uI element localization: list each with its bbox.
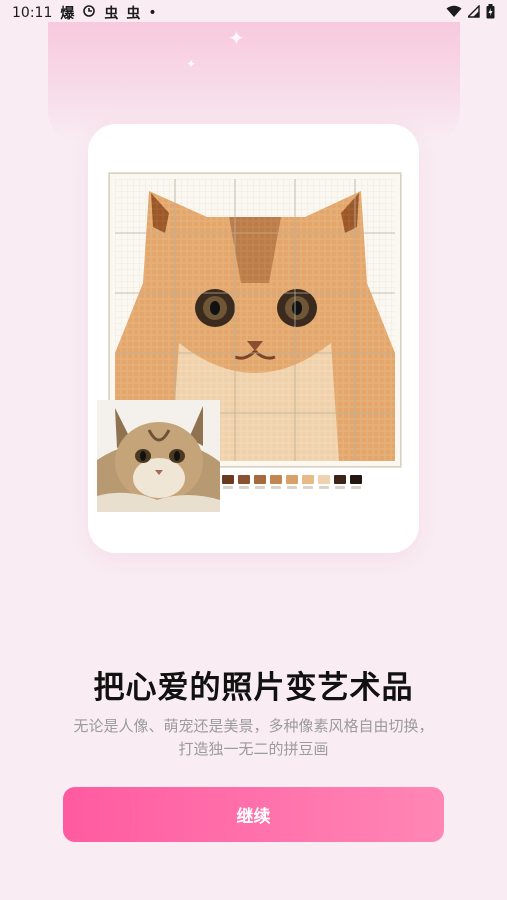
notification-icon: 爆 xyxy=(60,6,75,22)
wifi-icon xyxy=(446,5,462,22)
status-left: 10:11 爆 虫 虫 • xyxy=(12,3,157,23)
bead-swatch-chip xyxy=(286,475,298,484)
bead-swatch-count xyxy=(335,486,345,489)
bead-swatch xyxy=(318,475,330,489)
signal-icon xyxy=(466,3,480,22)
battery-icon xyxy=(486,3,495,23)
bead-swatch xyxy=(238,475,250,489)
bead-swatch-chip xyxy=(350,475,362,484)
bead-swatch-count xyxy=(255,486,265,489)
bead-swatch-chip xyxy=(254,475,266,484)
original-cat-photo xyxy=(97,400,220,512)
status-right xyxy=(446,3,495,23)
bead-swatch-count xyxy=(223,486,233,489)
bead-swatch xyxy=(350,475,362,489)
status-bar: 10:11 爆 虫 虫 • xyxy=(0,0,507,26)
continue-button-label: 继续 xyxy=(236,807,271,827)
bead-swatch-chip xyxy=(238,475,250,484)
bead-swatch-count xyxy=(287,486,297,489)
page-title: 把心爱的照片变艺术品 xyxy=(93,670,414,706)
page-subtitle: 无论是人像、萌宠还是美景，多种像素风格自由切换，打造独一无二的拼豆画 xyxy=(73,717,434,758)
bead-swatch-count xyxy=(239,486,249,489)
bead-swatch-chip xyxy=(222,475,234,484)
status-dot: • xyxy=(148,5,157,21)
sparkle-icon: ✦ xyxy=(228,26,245,50)
sync-icon xyxy=(82,4,96,22)
bead-swatch-chip xyxy=(270,475,282,484)
bead-color-legend xyxy=(222,475,362,489)
bead-swatch xyxy=(286,475,298,489)
bead-swatch xyxy=(254,475,266,489)
bead-swatch xyxy=(222,475,234,489)
continue-button[interactable]: 继续 xyxy=(63,787,444,842)
notification-icon: 虫 xyxy=(104,6,119,22)
notification-icon: 虫 xyxy=(126,6,141,22)
bead-swatch-count xyxy=(303,486,313,489)
bead-swatch-chip xyxy=(302,475,314,484)
bead-swatch xyxy=(270,475,282,489)
sparkle-icon: ✦ xyxy=(186,57,197,71)
status-time: 10:11 xyxy=(12,5,53,21)
bead-swatch-chip xyxy=(318,475,330,484)
bead-swatch xyxy=(334,475,346,489)
bead-swatch-chip xyxy=(334,475,346,484)
bead-swatch xyxy=(302,475,314,489)
bead-swatch-count xyxy=(351,486,361,489)
bead-swatch-count xyxy=(271,486,281,489)
bead-swatch-count xyxy=(319,486,329,489)
